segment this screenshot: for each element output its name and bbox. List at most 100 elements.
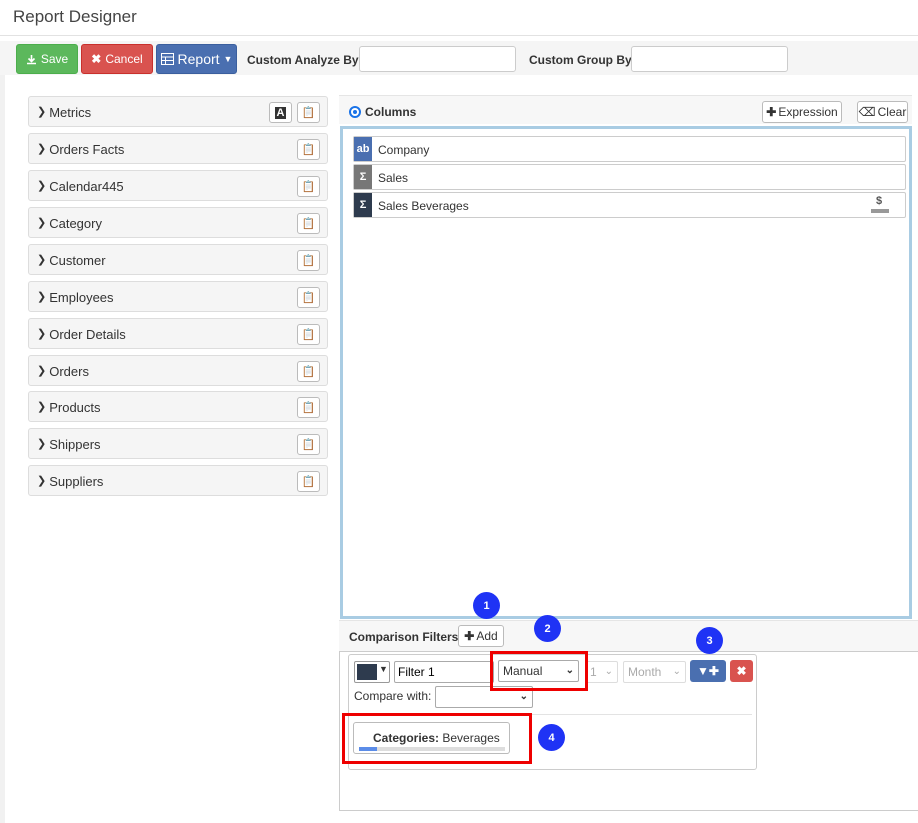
- clipboard-button[interactable]: 📋: [297, 102, 320, 123]
- save-button[interactable]: Save: [16, 44, 78, 74]
- text-type-icon: ab: [354, 137, 372, 161]
- clear-button-label: Clear: [877, 105, 907, 119]
- clipboard-button[interactable]: 📋: [297, 287, 320, 308]
- field-group-metrics[interactable]: ❯ Metrics A 📋: [28, 96, 328, 127]
- clipboard-button[interactable]: 📋: [297, 324, 320, 345]
- field-group-label: Customer: [49, 253, 106, 268]
- clipboard-button[interactable]: 📋: [297, 250, 320, 271]
- compare-with-label: Compare with:: [354, 689, 432, 703]
- chevron-down-icon: ❯: [37, 106, 47, 118]
- color-picker[interactable]: ▼: [354, 661, 390, 683]
- column-item-sales-beverages[interactable]: Σ Sales Beverages $: [353, 192, 906, 218]
- field-group-order-details[interactable]: ❯ Order Details 📋: [28, 318, 328, 349]
- clipboard-button[interactable]: 📋: [297, 361, 320, 382]
- columns-drop-area[interactable]: ab Company Σ Sales Σ Sales Beverages $: [340, 126, 912, 619]
- field-group-label: Suppliers: [49, 474, 104, 489]
- comparison-filters-label: Comparison Filters: [349, 630, 459, 644]
- field-group-customer[interactable]: ❯ Customer 📋: [28, 244, 328, 275]
- callout-badge-3: 3: [696, 627, 723, 654]
- field-group-label: Category: [49, 216, 102, 231]
- field-group-calendar445[interactable]: ❯ Calendar445 📋: [28, 170, 328, 201]
- chevron-down-icon: ⌄: [519, 691, 528, 702]
- caret-down-icon: ▼: [379, 664, 388, 674]
- period-unit-select[interactable]: Month ⌄: [623, 661, 686, 683]
- chevron-down-icon: ❯: [37, 401, 47, 413]
- chevron-down-icon: ❯: [37, 438, 47, 450]
- field-group-shippers[interactable]: ❯ Shippers 📋: [28, 428, 328, 459]
- clipboard-icon: 📋: [301, 144, 316, 156]
- field-group-suppliers[interactable]: ❯ Suppliers 📋: [28, 465, 328, 496]
- column-item-sales[interactable]: Σ Sales: [353, 164, 906, 190]
- callout-badge-4: 4: [538, 724, 565, 751]
- filter-name-input[interactable]: [394, 661, 494, 683]
- field-group-label: Calendar445: [49, 179, 124, 194]
- clipboard-button[interactable]: 📋: [297, 139, 320, 160]
- column-name: Sales Beverages: [378, 199, 469, 213]
- column-item-company[interactable]: ab Company: [353, 136, 906, 162]
- clear-button[interactable]: ⌫ Clear: [857, 101, 908, 123]
- clipboard-button[interactable]: 📋: [297, 213, 320, 234]
- field-group-orders[interactable]: ❯ Orders 📋: [28, 355, 328, 386]
- currency-format-icon[interactable]: $: [871, 195, 889, 215]
- chevron-down-icon: ❯: [37, 217, 47, 229]
- chevron-down-icon: ❯: [37, 180, 47, 192]
- custom-analyze-label: Custom Analyze By: [247, 53, 359, 67]
- field-group-products[interactable]: ❯ Products 📋: [28, 391, 328, 422]
- comparison-filters-header: Comparison Filters ✚ Add: [339, 620, 918, 651]
- clipboard-button[interactable]: 📋: [297, 176, 320, 197]
- clipboard-button[interactable]: 📋: [297, 434, 320, 455]
- field-group-employees[interactable]: ❯ Employees 📋: [28, 281, 328, 312]
- custom-group-input[interactable]: [631, 46, 788, 72]
- field-group-label: Orders Facts: [49, 142, 125, 157]
- window-title: Report Designer: [13, 7, 137, 26]
- chevron-down-icon: ❯: [37, 291, 47, 303]
- field-group-label: Shippers: [49, 437, 101, 452]
- clipboard-icon: 📋: [301, 366, 316, 378]
- column-name: Sales: [378, 171, 409, 185]
- cancel-button-label: Cancel: [105, 52, 143, 66]
- field-group-category[interactable]: ❯ Category 📋: [28, 207, 328, 238]
- field-group-orders-facts[interactable]: ❯ Orders Facts 📋: [28, 133, 328, 164]
- columns-panel-header: Columns ✚ Expression ⌫ Clear: [339, 95, 912, 124]
- chevron-down-icon: ❯: [37, 365, 47, 377]
- eraser-icon: ⌫: [858, 105, 876, 119]
- expression-button[interactable]: ✚ Expression: [762, 101, 842, 123]
- close-icon: ✖: [91, 52, 102, 66]
- sum-icon: Σ: [354, 165, 372, 189]
- field-group-label: Products: [49, 400, 101, 415]
- expression-button-label: Expression: [778, 105, 838, 119]
- toolbar: Save ✖ Cancel Report ▼ Custom Analyze By…: [0, 41, 918, 75]
- clipboard-icon: 📋: [301, 292, 316, 304]
- field-group-label: Employees: [49, 290, 114, 305]
- clipboard-icon: 📋: [301, 107, 316, 119]
- field-group-label: Order Details: [49, 327, 126, 342]
- save-button-label: Save: [40, 52, 69, 66]
- clipboard-button[interactable]: 📋: [297, 471, 320, 492]
- cancel-button[interactable]: ✖ Cancel: [81, 44, 153, 74]
- chevron-down-icon: ⌄: [672, 666, 681, 677]
- clipboard-icon: 📋: [301, 255, 316, 267]
- period-unit-value: Month: [628, 665, 662, 679]
- filter-plus-icon: ▼✚: [697, 664, 719, 678]
- clipboard-icon: 📋: [301, 476, 316, 488]
- font-icon-button[interactable]: A: [269, 102, 292, 123]
- add-filter-label: Add: [476, 629, 498, 643]
- report-dropdown-button[interactable]: Report ▼: [156, 44, 237, 74]
- add-filter-condition-button[interactable]: ▼✚: [690, 660, 726, 682]
- chevron-down-icon: ❯: [37, 254, 47, 266]
- left-edge: [0, 75, 5, 823]
- callout-badge-1: 1: [473, 592, 500, 619]
- remove-filter-button[interactable]: ✖: [730, 660, 753, 682]
- chevron-down-icon: ❯: [37, 143, 47, 155]
- add-filter-button[interactable]: ✚ Add: [458, 625, 504, 647]
- period-count-select[interactable]: 1 ⌄: [585, 661, 618, 683]
- plus-icon: ✚: [766, 105, 777, 119]
- custom-analyze-input[interactable]: [359, 46, 516, 72]
- columns-radio[interactable]: [349, 106, 361, 118]
- clipboard-button[interactable]: 📋: [297, 397, 320, 418]
- close-icon: ✖: [736, 664, 747, 678]
- chevron-down-icon: ❯: [37, 475, 47, 487]
- period-count-value: 1: [590, 665, 597, 679]
- plus-icon: ✚: [464, 629, 475, 643]
- clipboard-icon: 📋: [301, 402, 316, 414]
